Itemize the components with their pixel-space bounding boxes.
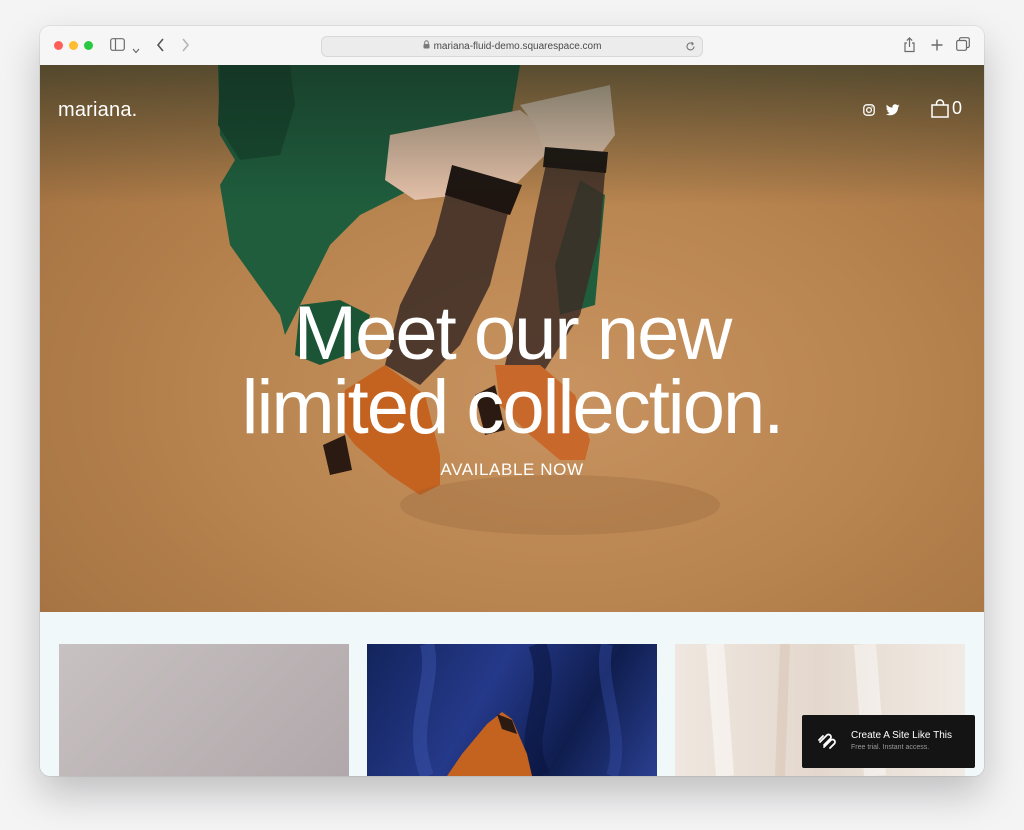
share-icon[interactable] [903,37,916,58]
instagram-icon[interactable] [863,103,875,121]
hero-headline-line1: Meet our new [293,291,732,376]
new-tab-icon[interactable] [931,38,943,56]
promo-title: Create A Site Like This [851,730,952,741]
product-card[interactable] [59,644,349,776]
twitter-icon[interactable] [886,103,900,121]
site-logo[interactable]: mariana. [58,99,137,122]
zoom-window-button[interactable] [84,41,93,50]
close-window-button[interactable] [54,41,63,50]
hero-section: mariana. 0 Meet our new limited collecti… [40,65,984,612]
hero-top-shade [40,65,984,205]
browser-toolbar: mariana-fluid-demo.squarespace.com [40,26,984,66]
shopping-bag-icon[interactable] [931,99,949,123]
product-shoe-image [413,644,623,776]
product-card[interactable] [367,644,657,776]
sidebar-icon[interactable] [110,38,125,56]
hero-cta-link[interactable]: AVAILABLE NOW [40,460,984,480]
browser-window: mariana-fluid-demo.squarespace.com maria… [40,26,984,776]
chevron-down-icon[interactable] [132,41,140,59]
url-text: mariana-fluid-demo.squarespace.com [433,41,602,53]
tabs-overview-icon[interactable] [956,37,970,56]
squarespace-logo-icon [817,732,837,755]
minimize-window-button[interactable] [69,41,78,50]
promo-subtitle: Free trial. Instant access. [851,744,930,751]
cart-count[interactable]: 0 [952,98,962,119]
back-icon[interactable] [156,38,165,57]
address-bar[interactable]: mariana-fluid-demo.squarespace.com [321,36,703,57]
hero-headline-line2: limited collection. [241,365,785,450]
forward-icon[interactable] [181,38,190,57]
reload-icon[interactable] [685,40,696,59]
lock-icon [423,37,430,56]
squarespace-promo-badge[interactable]: Create A Site Like This Free trial. Inst… [802,715,975,768]
